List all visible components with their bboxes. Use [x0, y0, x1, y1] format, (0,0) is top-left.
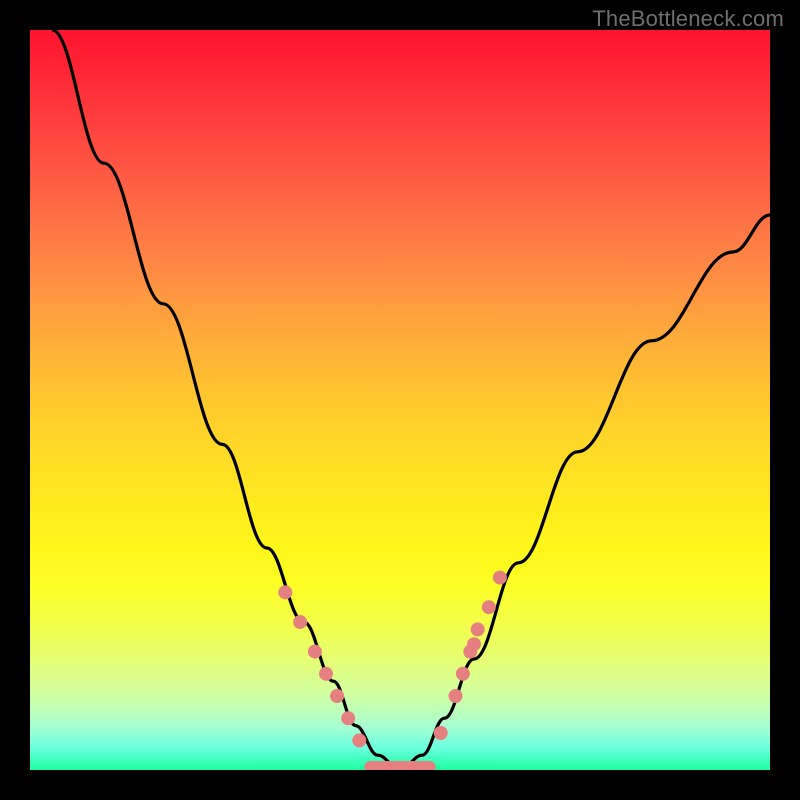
- data-dot: [352, 733, 366, 747]
- data-dot: [467, 637, 481, 651]
- data-dot: [456, 667, 470, 681]
- data-dot: [293, 615, 307, 629]
- data-dot: [308, 645, 322, 659]
- data-dot: [330, 689, 344, 703]
- plot-area: [30, 30, 770, 770]
- curve-svg: [30, 30, 770, 770]
- data-dot: [319, 667, 333, 681]
- data-dot: [493, 571, 507, 585]
- data-dot: [471, 622, 485, 636]
- bottleneck-curve: [52, 30, 770, 770]
- data-dot: [341, 711, 355, 725]
- data-dot: [449, 689, 463, 703]
- watermark-text: TheBottleneck.com: [592, 6, 784, 32]
- dots-right-group: [434, 571, 507, 740]
- data-dot: [434, 726, 448, 740]
- data-dot: [278, 585, 292, 599]
- chart-frame: TheBottleneck.com: [0, 0, 800, 800]
- data-dot: [482, 600, 496, 614]
